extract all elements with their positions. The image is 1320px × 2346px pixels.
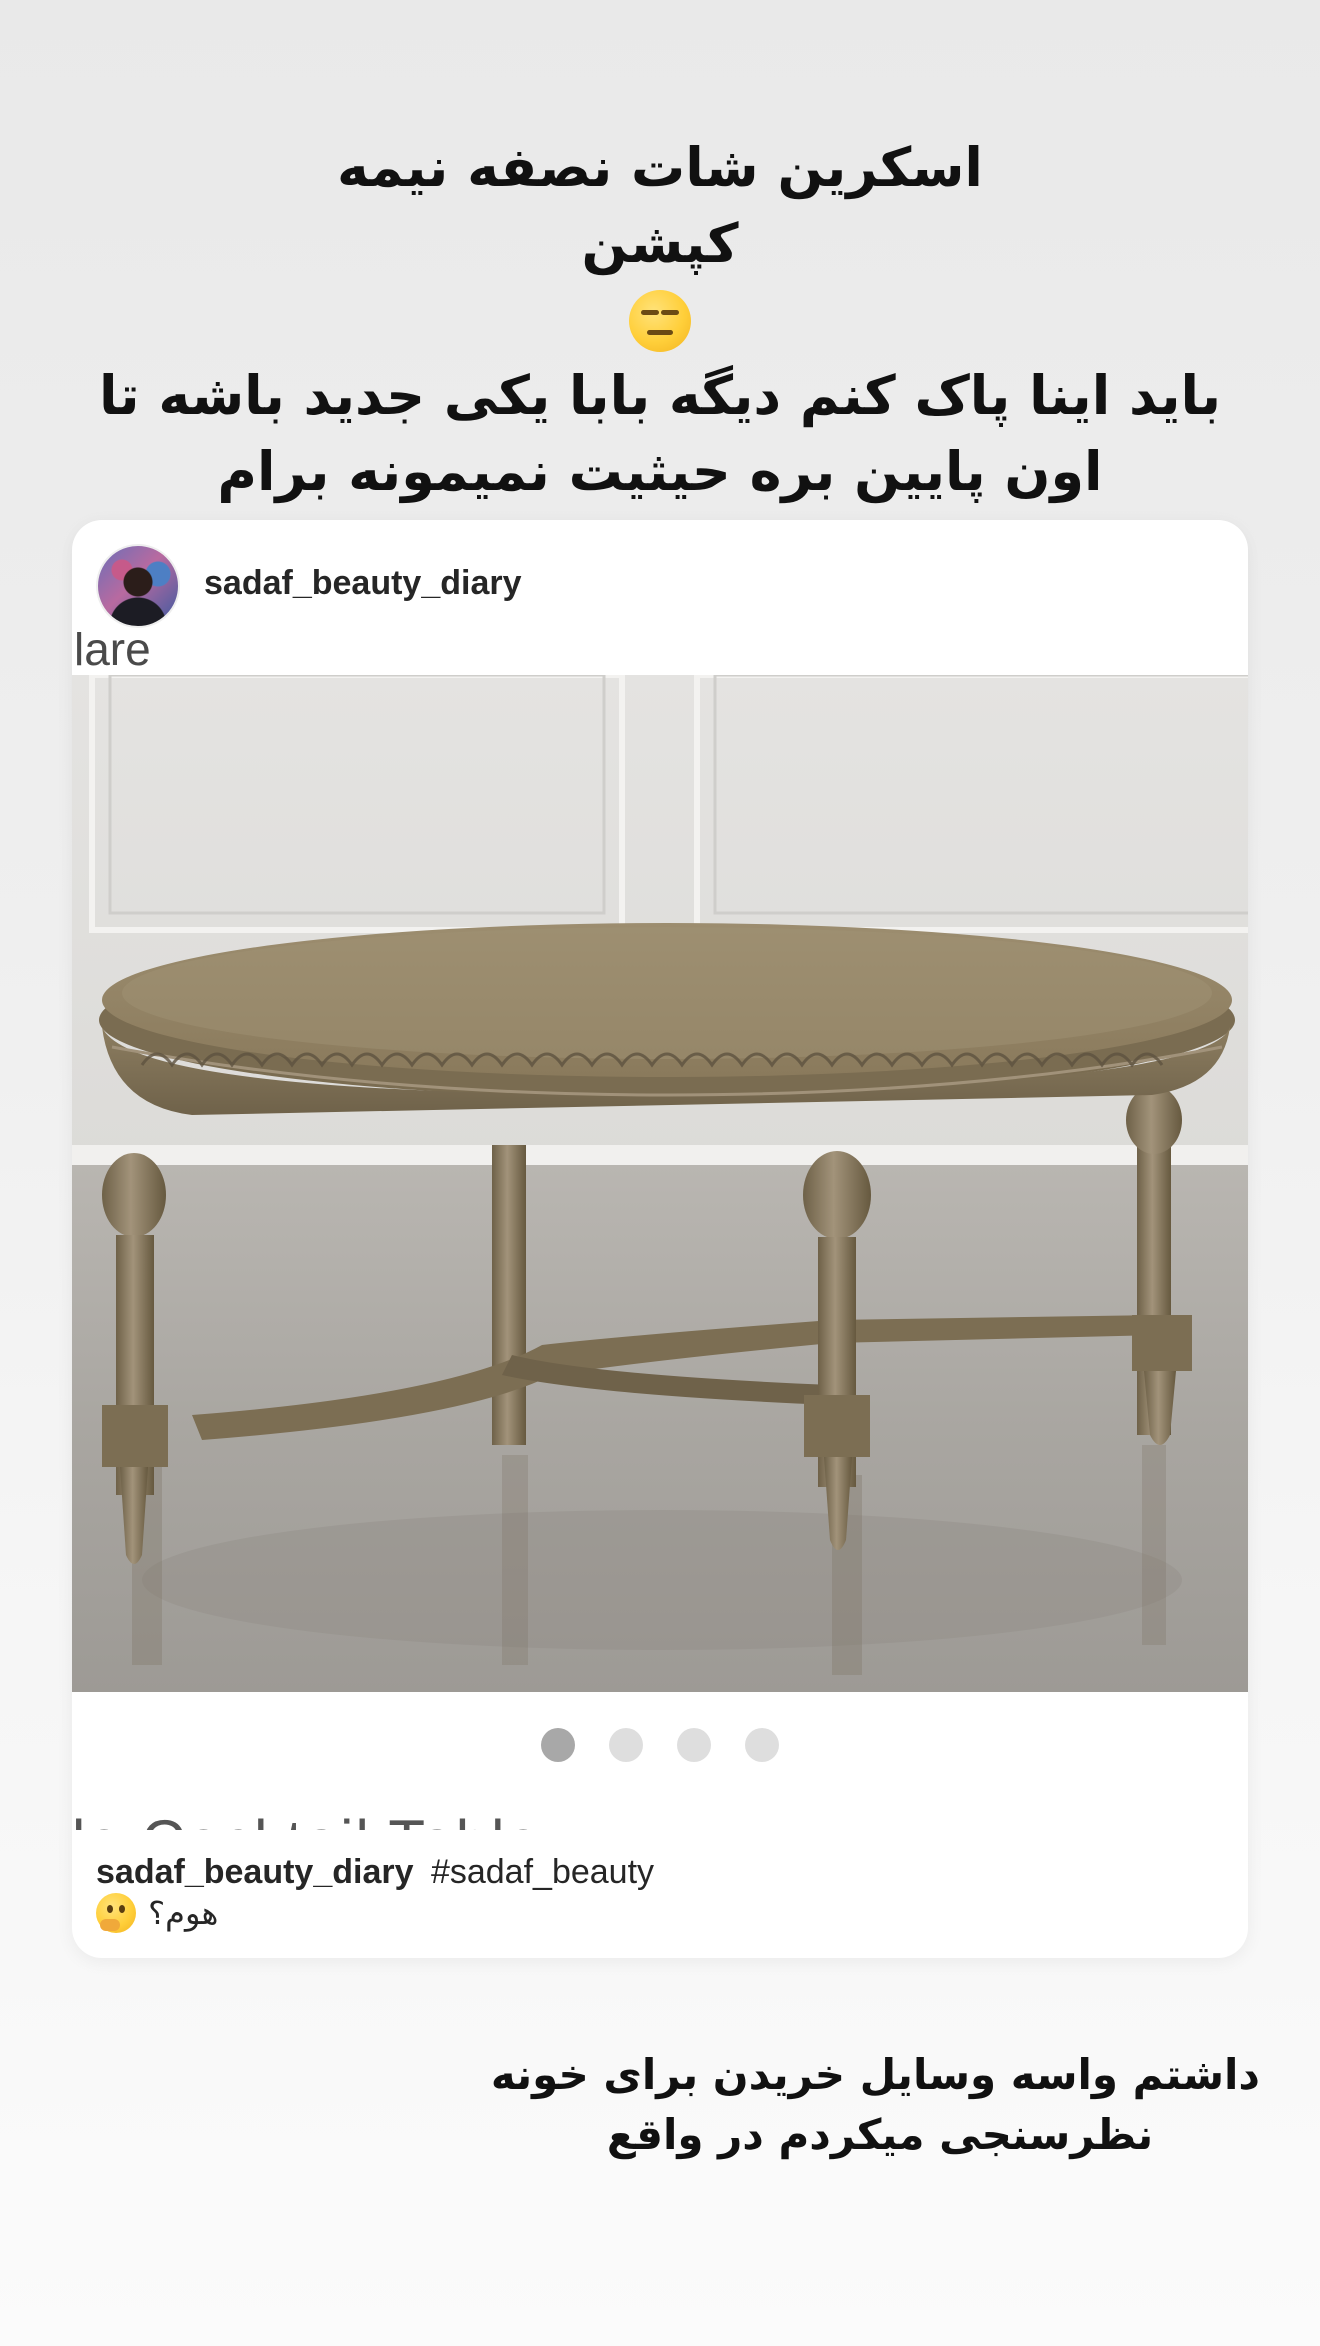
carousel-dot-active[interactable] xyxy=(541,1728,575,1762)
avatar[interactable] xyxy=(96,544,180,628)
carousel-dot[interactable] xyxy=(677,1728,711,1762)
story-caption-line: اون پایین بره حیثیت نمیمونه برام xyxy=(217,440,1103,503)
post-caption-text-row: هوم؟ xyxy=(96,1892,218,1938)
shared-post-card[interactable]: sadaf_beauty_diary lare sadaf_beauty_dia… xyxy=(72,520,1248,1958)
story-caption-emoji-row xyxy=(60,282,1260,358)
cropped-overlay-text-top: lare xyxy=(74,632,151,672)
story-caption-line: اسکرین شات نصفه نیمه xyxy=(337,136,983,199)
post-image-coffee-table[interactable] xyxy=(72,675,1248,1692)
story-caption-line: کپشن xyxy=(581,212,739,275)
carousel-dot[interactable] xyxy=(609,1728,643,1762)
story-caption-line: داشتم واسه وسایل خریدن برای خونه xyxy=(490,2050,1260,2099)
cropped-overlay-text-bottom: le Cocktail Table xyxy=(72,1802,972,1830)
post-header[interactable]: sadaf_beauty_diary lare xyxy=(72,520,1248,675)
story-top-caption: اسکرین شات نصفه نیمه کپشن باید اینا پاک … xyxy=(60,130,1260,510)
caption-username[interactable]: sadaf_beauty_diary xyxy=(96,1853,414,1891)
caption-hashtag[interactable]: #sadaf_beauty xyxy=(431,1853,654,1891)
story-bottom-caption: داشتم واسه وسایل خریدن برای خونه نظرسنجی… xyxy=(490,2045,1260,2165)
expressionless-face-icon xyxy=(629,290,691,352)
post-username[interactable]: sadaf_beauty_diary xyxy=(204,564,522,603)
thinking-face-icon xyxy=(96,1893,136,1933)
carousel-dot[interactable] xyxy=(745,1728,779,1762)
carousel-dots[interactable] xyxy=(72,1728,1248,1762)
post-caption: sadaf_beauty_diary #sadaf_beauty xyxy=(96,1853,654,1892)
story-caption-line: نظرسنجی میکردم در واقع xyxy=(606,2110,1154,2159)
story-caption-line: باید اینا پاک کنم دیگه بابا یکی جدید باش… xyxy=(98,364,1222,427)
caption-text: هوم؟ xyxy=(148,1894,219,1932)
